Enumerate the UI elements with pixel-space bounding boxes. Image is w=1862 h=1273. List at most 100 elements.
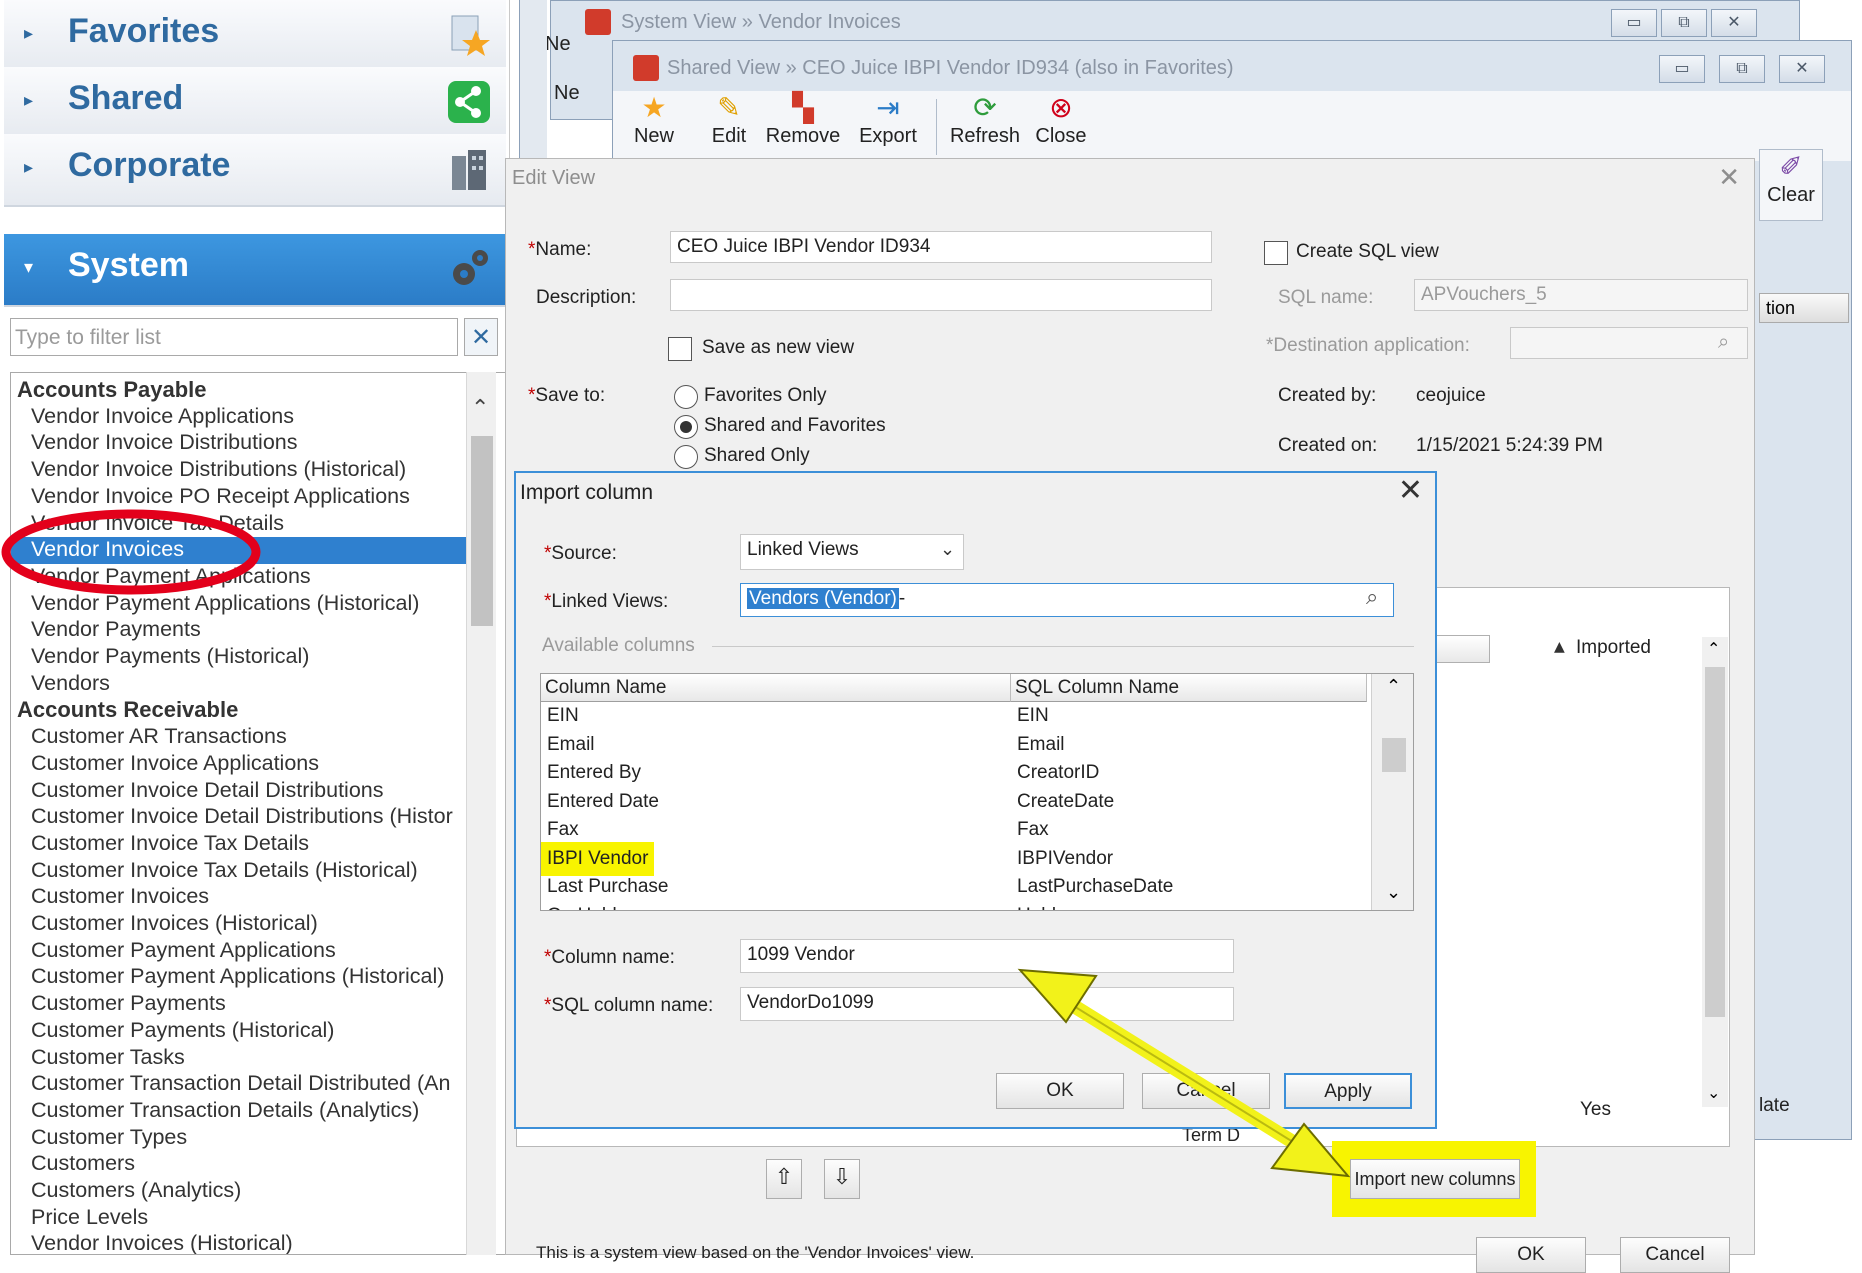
maximize-button[interactable]: ⧉ — [1661, 9, 1707, 37]
column-row[interactable]: Entered By CreatorID — [541, 759, 1367, 787]
list-item[interactable]: Customers (Analytics) — [31, 1178, 471, 1205]
close-icon[interactable]: ✕ — [1718, 163, 1740, 193]
list-item[interactable]: Price Levels — [31, 1205, 471, 1232]
column-row[interactable]: On Hold Hold — [541, 902, 1367, 911]
maximize-button[interactable]: ⧉ — [1719, 55, 1765, 83]
column-row[interactable]: EIN EIN — [541, 702, 1367, 730]
cancel-button[interactable]: Cancel — [1142, 1073, 1270, 1109]
column-row[interactable]: Fax Fax — [541, 816, 1367, 844]
list-item[interactable]: Customer Invoice Tax Details (Historical… — [31, 858, 471, 885]
column-row[interactable]: Entered Date CreateDate — [541, 788, 1367, 816]
filter-input[interactable]: Type to filter list — [10, 318, 458, 356]
create-sql-view-checkbox[interactable] — [1264, 241, 1288, 265]
list-item[interactable]: Customers — [31, 1151, 471, 1178]
column-row[interactable]: IBPI Vendor IBPIVendor — [541, 841, 1367, 876]
destination-app-field[interactable] — [1510, 327, 1748, 359]
scrollbar-thumb[interactable] — [1382, 738, 1406, 772]
sql-column-name-field[interactable]: VendorDo1099 — [740, 987, 1234, 1021]
close-window-button[interactable]: ✕ — [1779, 55, 1825, 83]
column-row[interactable]: Last Purchase LastPurchaseDate — [541, 873, 1367, 901]
list-item[interactable]: Vendor Invoice Applications — [31, 404, 471, 431]
favorites-only-radio[interactable] — [674, 385, 698, 409]
column-row[interactable]: Email Email — [541, 731, 1367, 759]
list-item[interactable]: Customer Types — [31, 1125, 471, 1152]
list-item[interactable]: Customer Payments — [31, 991, 471, 1018]
close-window-button[interactable]: ✕ — [1711, 9, 1757, 37]
nav-section-corporate[interactable]: ▸ Corporate — [4, 134, 506, 207]
clear-filter-button[interactable]: ✕ — [464, 318, 498, 356]
list-item[interactable]: Vendor Payments (Historical) — [31, 644, 471, 671]
name-field[interactable]: CEO Juice IBPI Vendor ID934 — [670, 231, 1212, 263]
ok-button[interactable]: OK — [1476, 1237, 1586, 1273]
list-item[interactable]: Customer Transaction Details (Analytics) — [31, 1098, 471, 1125]
new-toolbar-button[interactable]: ★ New — [629, 91, 679, 148]
grid-scrollbar[interactable]: ⌃ ⌄ — [1702, 637, 1728, 1107]
list-item[interactable]: Vendor Invoice Distributions — [31, 430, 471, 457]
list-item[interactable]: Customer Invoice Detail Distributions — [31, 778, 471, 805]
list-item[interactable]: Vendor Invoices (Historical) — [31, 1231, 471, 1254]
nav-section-system[interactable]: ▾ System — [4, 234, 506, 307]
ok-button[interactable]: OK — [996, 1073, 1124, 1109]
list-item[interactable]: Customer Invoices (Historical) — [31, 911, 471, 938]
clear-toolbar-button[interactable]: ✐ Clear — [1759, 149, 1823, 221]
scrollbar-thumb[interactable] — [471, 436, 493, 626]
list-item[interactable]: Customer Payment Applications — [31, 938, 471, 965]
grid-column-header[interactable]: tion — [1759, 293, 1849, 323]
list-item[interactable]: Vendor Payment Applications (Historical) — [31, 591, 471, 618]
list-item[interactable]: Customer Invoice Applications — [31, 751, 471, 778]
move-up-button[interactable]: ⇧ — [766, 1159, 802, 1199]
list-item[interactable]: Vendor Invoice PO Receipt Applications — [31, 484, 471, 511]
close-icon[interactable]: ✕ — [1398, 473, 1423, 508]
scroll-up-icon[interactable]: ⌃ — [1707, 639, 1720, 658]
shared-only-radio[interactable] — [674, 445, 698, 469]
search-icon[interactable]: ⌕ — [1718, 329, 1729, 353]
scroll-up-icon[interactable]: ⌃ — [1386, 676, 1401, 697]
new-button-fragment[interactable]: Ne — [554, 82, 580, 105]
sql-name-field[interactable]: APVouchers_5 — [1414, 279, 1748, 311]
description-field[interactable] — [670, 279, 1212, 311]
edit-toolbar-button[interactable]: ✎ Edit — [705, 91, 753, 148]
sql-column-name-header[interactable]: SQL Column Name — [1011, 674, 1367, 702]
list-item[interactable]: Customer Payment Applications (Historica… — [31, 964, 471, 991]
chevron-down-icon[interactable]: ⌄ — [940, 539, 955, 560]
list-item[interactable]: Vendor Invoice Distributions (Historical… — [31, 457, 471, 484]
move-down-button[interactable]: ⇩ — [824, 1159, 860, 1199]
list-item[interactable]: Customer Transaction Detail Distributed … — [31, 1071, 471, 1098]
remove-toolbar-button[interactable]: ▚ Remove — [763, 91, 843, 148]
search-icon[interactable]: ⌕ — [1366, 585, 1378, 610]
apply-button[interactable]: Apply — [1284, 1073, 1412, 1109]
new-button-fragment[interactable]: Ne — [545, 33, 571, 56]
nav-section-favorites[interactable]: ▸ Favorites — [4, 0, 506, 73]
list-item[interactable]: Vendor Payment Applications — [31, 564, 471, 591]
export-toolbar-button[interactable]: ⇥ Export — [855, 91, 921, 148]
list-item[interactable]: Customer Payments (Historical) — [31, 1018, 471, 1045]
list-item[interactable]: Customer Invoices — [31, 884, 471, 911]
scroll-down-icon[interactable]: ⌄ — [1707, 1083, 1720, 1102]
list-scrollbar[interactable]: ⌃ ⌄ — [1371, 674, 1413, 910]
linked-views-field[interactable]: Vendors (Vendor) - — [740, 583, 1394, 617]
list-item[interactable]: Vendors — [31, 671, 471, 698]
source-select[interactable]: Linked Views — [740, 534, 964, 570]
scrollbar-thumb[interactable] — [1705, 667, 1725, 1017]
list-item[interactable]: Customer Invoice Detail Distributions (H… — [31, 804, 471, 831]
import-new-columns-button[interactable]: Import new columns — [1350, 1159, 1520, 1199]
scroll-up-icon[interactable]: ⌃ — [471, 396, 489, 421]
list-item[interactable]: Vendor Invoice Tax Details — [31, 511, 471, 538]
list-item[interactable]: Customer Tasks — [31, 1045, 471, 1072]
column-name-field[interactable]: 1099 Vendor — [740, 939, 1234, 973]
save-as-new-checkbox[interactable] — [668, 337, 692, 361]
list-item[interactable]: Vendor Payments — [31, 617, 471, 644]
nav-section-shared[interactable]: ▸ Shared — [4, 67, 506, 140]
imported-column-header[interactable]: Imported — [1576, 637, 1651, 659]
column-name-header[interactable]: Column Name — [541, 674, 1011, 702]
list-item[interactable]: Customer AR Transactions — [31, 724, 471, 751]
cancel-button[interactable]: Cancel — [1620, 1237, 1730, 1273]
minimize-button[interactable]: ▭ — [1659, 55, 1705, 83]
list-scrollbar[interactable]: ⌃ — [466, 372, 496, 1255]
close-toolbar-button[interactable]: ⊗ Close — [1033, 91, 1089, 148]
refresh-toolbar-button[interactable]: ⟳ Refresh — [949, 91, 1021, 148]
scroll-down-icon[interactable]: ⌄ — [1386, 882, 1401, 903]
list-item[interactable]: Customer Invoice Tax Details — [31, 831, 471, 858]
minimize-button[interactable]: ▭ — [1611, 9, 1657, 37]
shared-and-favorites-radio[interactable] — [674, 415, 698, 439]
